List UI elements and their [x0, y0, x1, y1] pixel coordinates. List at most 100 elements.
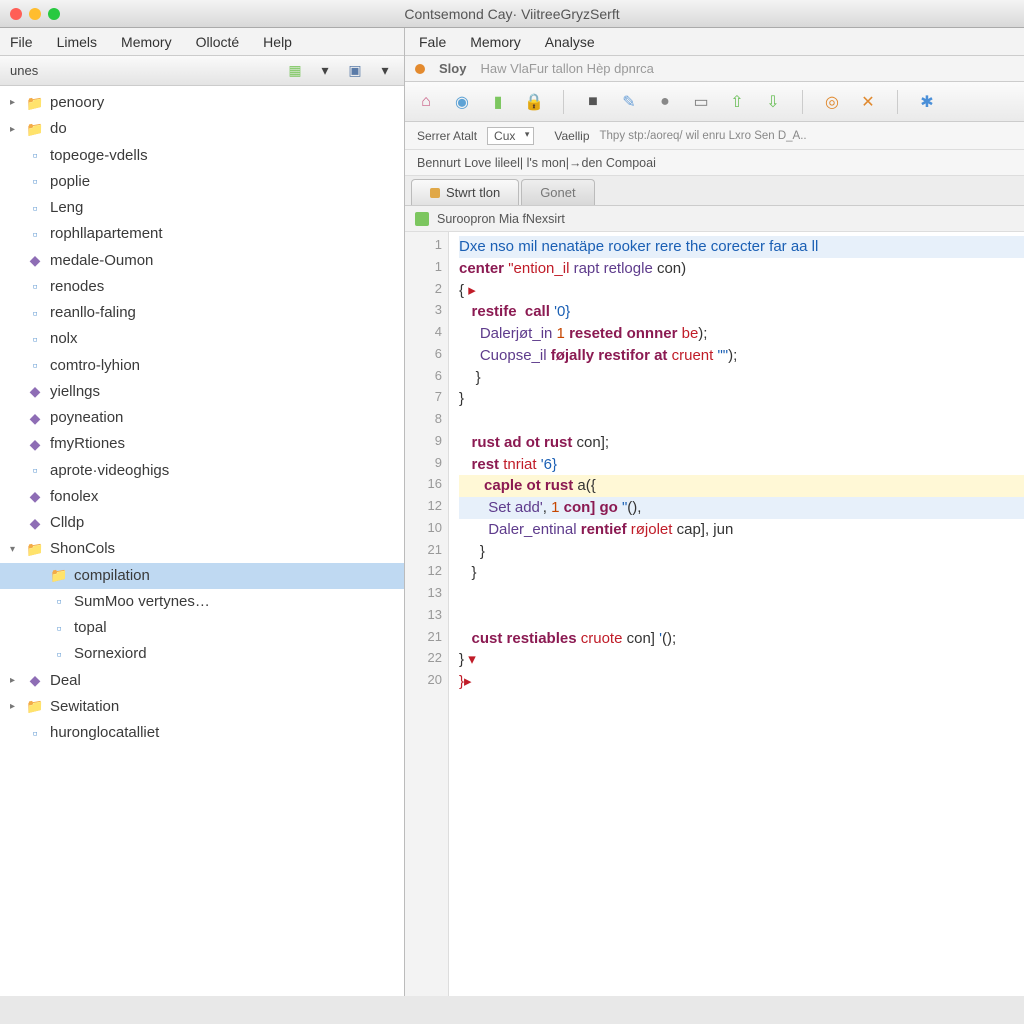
- download-icon[interactable]: ⇩: [762, 91, 784, 113]
- menu-item[interactable]: Ollocté: [196, 34, 240, 50]
- menu-item[interactable]: File: [10, 34, 33, 50]
- tree-item[interactable]: ▫huronglocatalliet: [0, 720, 404, 746]
- book-icon[interactable]: ▮: [487, 91, 509, 113]
- tree-item[interactable]: 📁compilation: [0, 563, 404, 589]
- traffic-lights: [10, 8, 60, 20]
- save-icon[interactable]: ▣: [346, 62, 364, 80]
- code-line[interactable]: [459, 606, 1024, 628]
- record-icon[interactable]: ●: [654, 91, 676, 113]
- code-area[interactable]: Dxe nso mil nenatäpe rooker rere the cor…: [449, 232, 1024, 996]
- line-number: 2: [405, 280, 442, 302]
- tree-item[interactable]: ◆yiellngs: [0, 379, 404, 405]
- code-line[interactable]: }: [459, 388, 1024, 410]
- disclosure-triangle-icon[interactable]: ▾: [10, 543, 20, 557]
- tab-icon: [430, 188, 440, 198]
- code-line[interactable]: [459, 584, 1024, 606]
- disclosure-triangle-icon[interactable]: ▸: [10, 123, 20, 137]
- file-tab[interactable]: Stwrt tlon: [411, 179, 519, 205]
- tree-item[interactable]: ▾📁ShonCols: [0, 536, 404, 562]
- menu-item[interactable]: Help: [263, 34, 292, 50]
- tree-item[interactable]: ▫reanllo-faling: [0, 300, 404, 326]
- dropdown-icon[interactable]: ▾: [316, 62, 334, 80]
- left-panel-header: unes ▦ ▾ ▣ ▾: [0, 56, 404, 86]
- tab-main-label[interactable]: Sloy: [439, 61, 466, 76]
- disclosure-triangle-icon[interactable]: ▸: [10, 96, 20, 110]
- minimize-window-button[interactable]: [29, 8, 41, 20]
- breadcrumb-text[interactable]: Bennurt Love lileel| l's mon|→den Compoa…: [417, 156, 656, 170]
- line-number: 8: [405, 410, 442, 432]
- tree-item[interactable]: ▸📁Sewitation: [0, 694, 404, 720]
- code-line[interactable]: }: [459, 541, 1024, 563]
- tree-item[interactable]: ◆poyneation: [0, 405, 404, 431]
- lock-icon[interactable]: 🔒: [523, 91, 545, 113]
- code-line[interactable]: restife call '0}: [459, 301, 1024, 323]
- code-line[interactable]: Daler_entinal rentief røjolet cap], jun: [459, 519, 1024, 541]
- tree-item[interactable]: ◆medale-Oumon: [0, 248, 404, 274]
- tree-item[interactable]: ▫Sornexiord: [0, 641, 404, 667]
- code-line[interactable]: }: [459, 562, 1024, 584]
- code-line[interactable]: caple ot rust a({: [459, 475, 1024, 497]
- tree-item[interactable]: ▫topal: [0, 615, 404, 641]
- line-number: 10: [405, 519, 442, 541]
- close-icon[interactable]: ✕: [857, 91, 879, 113]
- menu-item[interactable]: Memory: [470, 34, 521, 50]
- code-line[interactable]: }: [459, 367, 1024, 389]
- tree-item[interactable]: ◆fmyRtiones: [0, 431, 404, 457]
- tree-item[interactable]: ◆fonolex: [0, 484, 404, 510]
- code-line[interactable]: { ▸: [459, 280, 1024, 302]
- menu-item[interactable]: Fale: [419, 34, 446, 50]
- tree-item[interactable]: ◆Clldp: [0, 510, 404, 536]
- edit-icon[interactable]: ✎: [618, 91, 640, 113]
- code-line[interactable]: Cuopse_il føjally restifor at cruent "")…: [459, 345, 1024, 367]
- code-line[interactable]: rust ad ot rust con];: [459, 432, 1024, 454]
- close-window-button[interactable]: [10, 8, 22, 20]
- menu-item[interactable]: Memory: [121, 34, 172, 50]
- menu-item[interactable]: Analyse: [545, 34, 595, 50]
- file-tab[interactable]: Gonet: [521, 179, 594, 205]
- code-editor[interactable]: 1123466789916121021121313212220 Dxe nso …: [405, 232, 1024, 996]
- tab-rest-labels[interactable]: Haw VlaFur tallon Hèp dpnrca: [480, 61, 653, 76]
- target-icon[interactable]: ◎: [821, 91, 843, 113]
- code-line[interactable]: center "ention_il rapt retlogle con): [459, 258, 1024, 280]
- tree-item[interactable]: ▫rophllapartement: [0, 221, 404, 247]
- dropdown2-icon[interactable]: ▾: [376, 62, 394, 80]
- globe-icon[interactable]: ◉: [451, 91, 473, 113]
- tree-item[interactable]: ▫SumMoo vertynes…: [0, 589, 404, 615]
- tree-item[interactable]: ▫aprote·videoghigs: [0, 458, 404, 484]
- code-line[interactable]: cust restiables cruote con] '();: [459, 628, 1024, 650]
- code-line[interactable]: Set add', 1 con] go "(),: [459, 497, 1024, 519]
- star-icon[interactable]: ✱: [916, 91, 938, 113]
- line-number: 7: [405, 388, 442, 410]
- tree-item[interactable]: ▫poplie: [0, 169, 404, 195]
- code-line[interactable]: rest tnriat '6}: [459, 454, 1024, 476]
- line-number: 22: [405, 649, 442, 671]
- line-number: 20: [405, 671, 442, 693]
- zoom-window-button[interactable]: [48, 8, 60, 20]
- monitor-icon[interactable]: ▭: [690, 91, 712, 113]
- menu-item[interactable]: Limels: [57, 34, 97, 50]
- file-path-text[interactable]: Suroopron Mia fNexsirt: [437, 212, 565, 226]
- new-file-icon[interactable]: ▦: [286, 62, 304, 80]
- stop-icon[interactable]: ■: [582, 91, 604, 113]
- code-line[interactable]: [459, 410, 1024, 432]
- config-label2: Vaellip: [554, 129, 589, 143]
- tree-item[interactable]: ▸📁penoory: [0, 90, 404, 116]
- tree-item[interactable]: ▫topeoge-vdells: [0, 143, 404, 169]
- file-tree[interactable]: ▸📁penoory▸📁do▫topeoge-vdells▫poplie▫Leng…: [0, 86, 404, 996]
- tree-item[interactable]: ▫comtro-lyhion: [0, 353, 404, 379]
- code-line[interactable]: Dalerjøt_in 1 reseted onnner be);: [459, 323, 1024, 345]
- tree-item[interactable]: ▸◆Deal: [0, 668, 404, 694]
- tree-item[interactable]: ▫renodes: [0, 274, 404, 300]
- code-line[interactable]: Dxe nso mil nenatäpe rooker rere the cor…: [459, 236, 1024, 258]
- code-line[interactable]: } ▾: [459, 649, 1024, 671]
- tree-item-label: huronglocatalliet: [50, 723, 159, 743]
- tree-item[interactable]: ▫Leng: [0, 195, 404, 221]
- upload-icon[interactable]: ⇧: [726, 91, 748, 113]
- disclosure-triangle-icon[interactable]: ▸: [10, 700, 20, 714]
- code-line[interactable]: }▸: [459, 671, 1024, 693]
- config-select[interactable]: Cux: [487, 127, 534, 145]
- home-icon[interactable]: ⌂: [415, 91, 437, 113]
- tree-item[interactable]: ▸📁do: [0, 116, 404, 142]
- disclosure-triangle-icon[interactable]: ▸: [10, 674, 20, 688]
- tree-item[interactable]: ▫nolx: [0, 326, 404, 352]
